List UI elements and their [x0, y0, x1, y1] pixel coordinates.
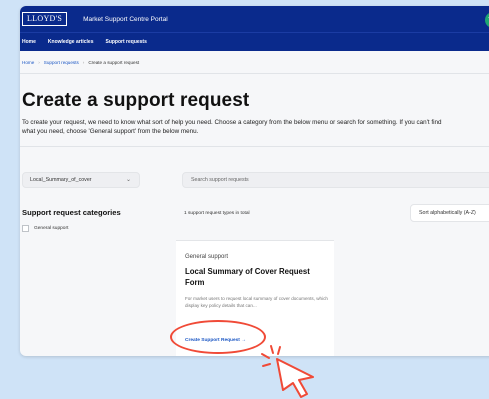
click-burst-line: [270, 345, 274, 354]
category-select[interactable]: Local_Summary_of_cover ⌄: [22, 172, 140, 188]
chevron-down-icon: ⌄: [125, 177, 131, 183]
breadcrumb-support-requests[interactable]: Support requests: [44, 60, 79, 65]
top-bar: LLOYD'S Market Support Centre Portal TE: [20, 6, 489, 32]
cursor-arrow-shape: [276, 358, 314, 398]
lloyds-logo[interactable]: LLOYD'S: [22, 12, 68, 26]
nav-item-support-requests[interactable]: Support requests: [105, 39, 146, 45]
card-description: For market users to request local summar…: [185, 296, 328, 308]
breadcrumb-separator-icon: ›: [38, 60, 40, 65]
click-burst-line: [261, 353, 270, 359]
search-placeholder: Search support requests: [191, 177, 249, 183]
click-cursor-icon: [261, 345, 314, 398]
card-category: General support: [185, 254, 229, 260]
intro-text: To create your request, we need to know …: [22, 119, 442, 135]
breadcrumb-home[interactable]: Home: [22, 60, 34, 65]
category-checkbox[interactable]: [22, 225, 29, 232]
main-nav: Home Knowledge articles Support requests: [20, 32, 489, 51]
breadcrumb-separator-icon: ›: [82, 60, 85, 65]
click-burst-line: [262, 363, 271, 367]
portal-title: Market Support Centre Portal: [83, 15, 168, 23]
sort-select[interactable]: Sort alphabetically (A-Z): [410, 204, 489, 222]
category-select-value: Local_Summary_of_cover: [30, 177, 92, 183]
card-title[interactable]: Local Summary of Cover Request Form: [185, 266, 325, 288]
nav-item-knowledge-articles[interactable]: Knowledge articles: [48, 39, 94, 45]
sort-select-value: Sort alphabetically (A-Z): [419, 210, 476, 216]
category-label: General support: [34, 226, 69, 231]
page-title: Create a support request: [22, 90, 250, 111]
user-avatar[interactable]: TE: [485, 12, 489, 28]
breadcrumb: Home › Support requests › Create a suppo…: [20, 60, 489, 65]
breadcrumb-current: Create a support request: [88, 60, 140, 65]
category-item-general-support[interactable]: General support: [22, 225, 68, 232]
click-burst-line: [277, 346, 281, 355]
results-count: 1 support request types in total: [184, 211, 250, 216]
browser-window: LLOYD'S Market Support Centre Portal TE …: [20, 6, 489, 356]
nav-item-home[interactable]: Home: [22, 39, 36, 45]
divider: [20, 146, 489, 147]
highlight-circle: [170, 320, 266, 354]
categories-heading: Support request categories: [22, 208, 121, 217]
search-input[interactable]: Search support requests ⌕: [182, 172, 489, 188]
divider: [20, 73, 489, 74]
